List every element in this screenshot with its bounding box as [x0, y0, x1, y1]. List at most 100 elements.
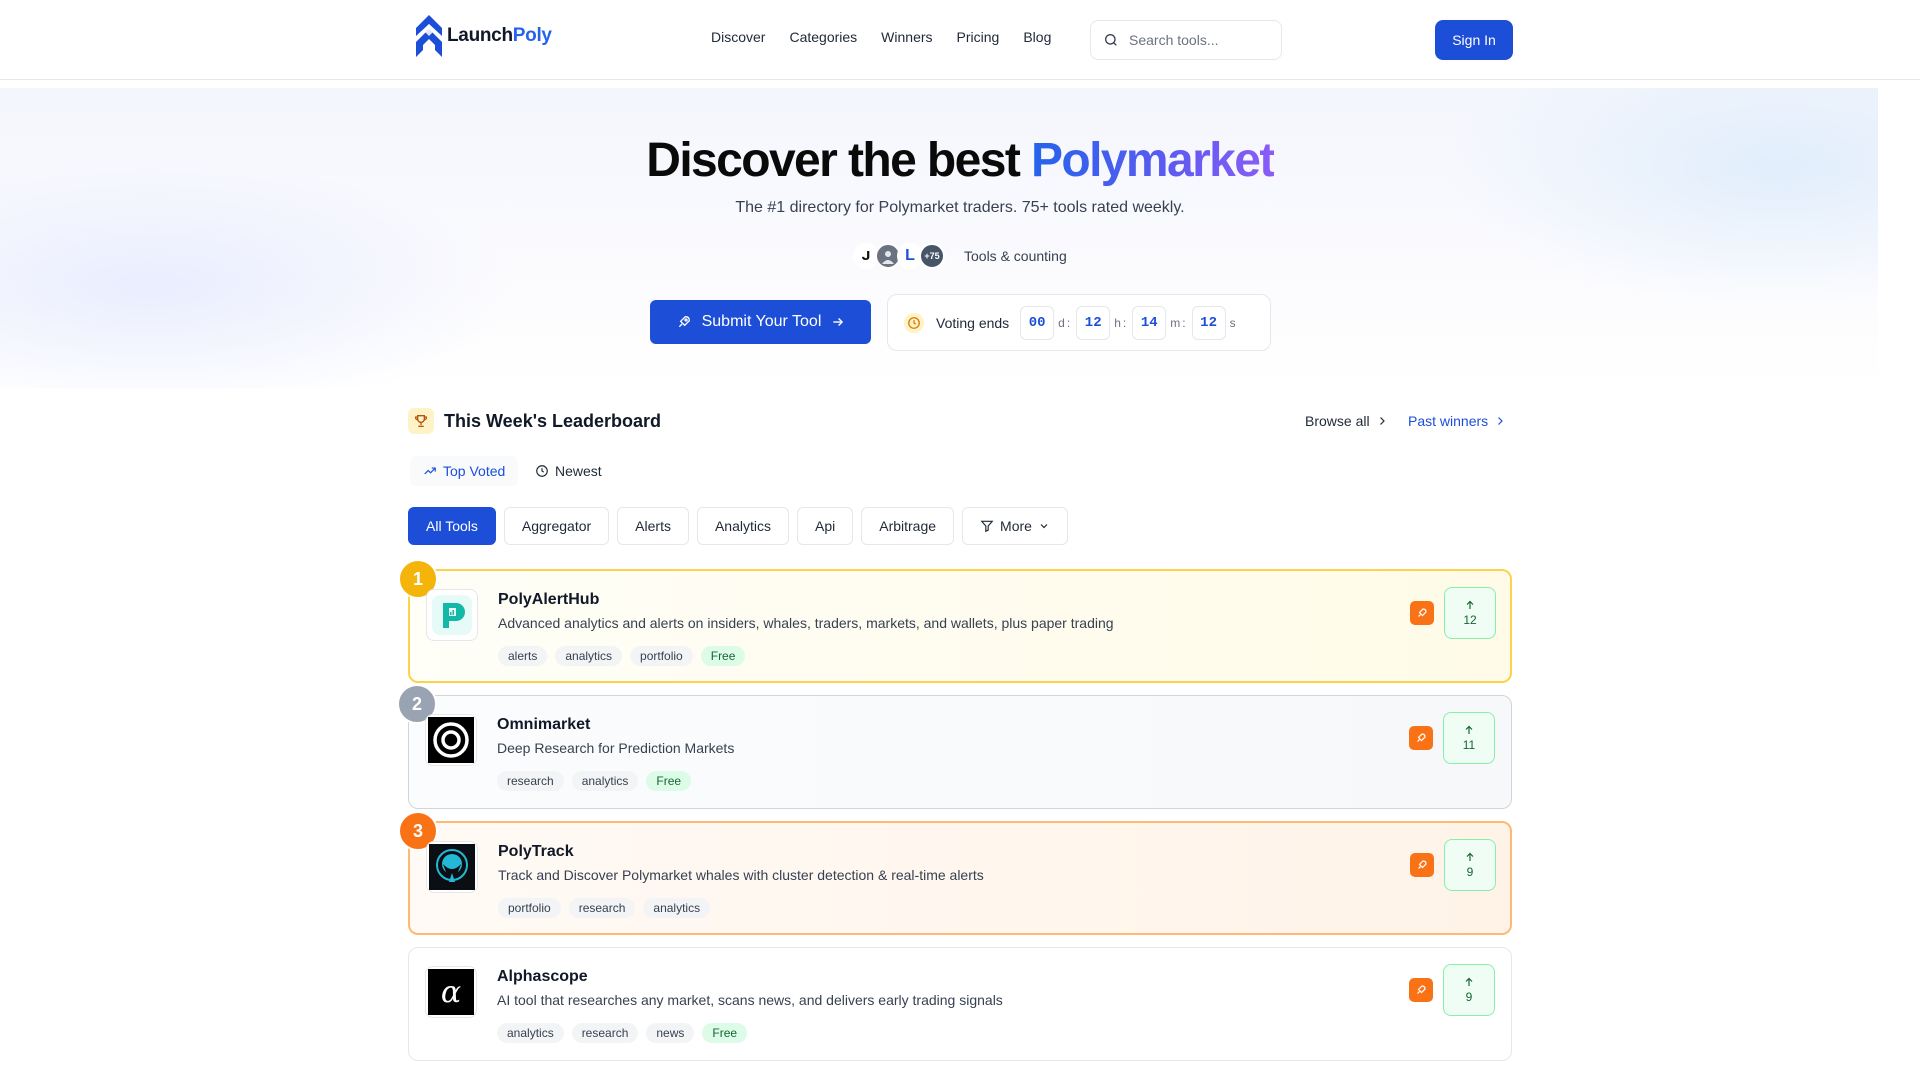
tag[interactable]: analytics — [643, 898, 711, 918]
filter-arbitrage[interactable]: Arbitrage — [861, 507, 955, 545]
countdown-seconds-unit: s — [1229, 315, 1236, 330]
polyalerthub-logo-icon — [432, 595, 472, 635]
tag[interactable]: portfolio — [498, 898, 561, 918]
boost-button[interactable] — [1410, 853, 1434, 877]
rocket-icon — [678, 315, 690, 328]
filter-analytics[interactable]: Analytics — [696, 507, 789, 545]
tag[interactable]: analytics — [497, 1023, 564, 1043]
past-winners-label: Past winners — [1408, 413, 1489, 429]
svg-text:α: α — [441, 975, 461, 1010]
voting-ends-label: Voting ends — [936, 314, 1010, 331]
search-box[interactable] — [1090, 20, 1282, 60]
submit-tool-button[interactable]: Submit Your Tool — [650, 300, 871, 344]
arrow-up-icon — [1466, 852, 1474, 861]
leaderboard-item[interactable]: 1 PolyAlertHub Advanced analytics and al… — [398, 559, 1512, 683]
hero-title: Discover the best Polymarket — [646, 134, 1275, 187]
tool-logo — [426, 841, 478, 893]
tool-logo — [425, 714, 477, 766]
countdown-seconds: 12 — [1191, 305, 1226, 340]
tools-counting-label: Tools & counting — [964, 248, 1067, 264]
logo-icon — [416, 15, 442, 57]
chevron-down-icon — [1040, 524, 1048, 529]
upvote-button[interactable]: 12 — [1444, 587, 1496, 639]
search-icon — [1105, 34, 1117, 46]
nav-pricing[interactable]: Pricing — [957, 29, 1000, 45]
tag[interactable]: analytics — [555, 646, 623, 666]
filter-more-dropdown[interactable]: More — [962, 507, 1068, 545]
arrow-right-icon — [833, 318, 844, 326]
brand-name: LaunchPoly — [447, 25, 552, 46]
tag[interactable]: research — [571, 1023, 639, 1043]
free-badge: Free — [700, 646, 746, 666]
boost-button[interactable] — [1409, 726, 1433, 750]
upvote-button[interactable]: 9 — [1443, 964, 1495, 1016]
filter-alerts[interactable]: Alerts — [617, 507, 689, 545]
tab-top-voted[interactable]: Top Voted — [423, 460, 505, 482]
vote-count: 9 — [1466, 865, 1474, 879]
arrow-up-icon — [1465, 725, 1473, 734]
rocket-icon — [1418, 608, 1427, 617]
tab-newest[interactable]: Newest — [535, 460, 602, 482]
rocket-icon — [1417, 733, 1426, 742]
leaderboard-item[interactable]: 3 PolyTrack Track and Discover Polymarke… — [398, 811, 1512, 935]
countdown-hours-unit: h — [1114, 315, 1121, 330]
tool-tags: research analytics Free — [497, 771, 692, 791]
tool-description: Advanced analytics and alerts on insider… — [498, 615, 1114, 631]
countdown-hours: 12 — [1076, 305, 1111, 340]
countdown-days: 00 — [1020, 305, 1055, 340]
omnimarket-logo-icon — [428, 717, 474, 763]
filter-aggregator[interactable]: Aggregator — [503, 507, 610, 545]
filter-all-tools[interactable]: All Tools — [408, 507, 496, 545]
past-winners-link[interactable]: Past winners — [1408, 413, 1506, 429]
separator: : — [1122, 315, 1127, 330]
browse-all-link[interactable]: Browse all — [1305, 413, 1388, 429]
clock-icon — [536, 465, 548, 477]
person-icon — [882, 251, 894, 264]
clock-icon — [904, 312, 924, 333]
vote-count: 11 — [1462, 738, 1476, 752]
arrow-up-icon — [1466, 600, 1474, 609]
tag[interactable]: analytics — [571, 771, 639, 791]
tab-top-voted-label: Top Voted — [443, 463, 506, 479]
tool-description: Deep Research for Prediction Markets — [497, 740, 735, 756]
boost-button[interactable] — [1409, 978, 1433, 1002]
tool-description: AI tool that researches any market, scan… — [497, 992, 1003, 1008]
leaderboard-item[interactable]: 2 Omnimarket Deep Research for Predictio… — [397, 684, 1512, 809]
tool-description: Track and Discover Polymarket whales wit… — [498, 867, 984, 883]
tool-tags: portfolio research analytics — [498, 898, 711, 918]
tool-name[interactable]: PolyAlertHub — [498, 591, 599, 609]
leaderboard-title: This Week's Leaderboard — [444, 411, 662, 431]
free-badge: Free — [646, 771, 692, 791]
tool-tags: analytics research news Free — [497, 1023, 748, 1043]
trophy-icon — [408, 408, 434, 434]
brand-logo[interactable]: LaunchPoly — [415, 14, 552, 58]
filter-icon — [980, 520, 994, 533]
tag[interactable]: alerts — [498, 646, 548, 666]
tool-logo — [426, 589, 478, 641]
tag[interactable]: research — [568, 898, 636, 918]
nav-categories[interactable]: Categories — [789, 29, 857, 45]
tag[interactable]: news — [646, 1023, 695, 1043]
countdown-minutes-unit: m — [1170, 315, 1181, 330]
nav-discover[interactable]: Discover — [711, 29, 765, 45]
tool-count-badge: +75 — [919, 243, 945, 269]
countdown-minutes: 14 — [1132, 305, 1167, 340]
tool-name[interactable]: Alphascope — [497, 968, 588, 986]
search-input[interactable] — [1129, 32, 1259, 48]
nav-blog[interactable]: Blog — [1023, 29, 1051, 45]
tab-newest-label: Newest — [555, 463, 602, 479]
boost-button[interactable] — [1410, 601, 1434, 625]
category-filters: All Tools Aggregator Alerts Analytics Ap… — [408, 507, 1068, 545]
chevron-right-icon — [1498, 417, 1504, 425]
upvote-button[interactable]: 9 — [1444, 839, 1496, 891]
tool-name[interactable]: PolyTrack — [498, 843, 574, 861]
tool-name[interactable]: Omnimarket — [497, 716, 590, 734]
upvote-button[interactable]: 11 — [1443, 712, 1495, 764]
vote-count: 12 — [1463, 613, 1477, 627]
sign-in-button[interactable]: Sign In — [1435, 20, 1513, 60]
filter-api[interactable]: Api — [797, 507, 854, 545]
tag[interactable]: portfolio — [630, 646, 693, 666]
leaderboard-item[interactable]: α Alphascope AI tool that researches any… — [408, 947, 1512, 1061]
nav-winners[interactable]: Winners — [881, 29, 932, 45]
tag[interactable]: research — [497, 771, 564, 791]
